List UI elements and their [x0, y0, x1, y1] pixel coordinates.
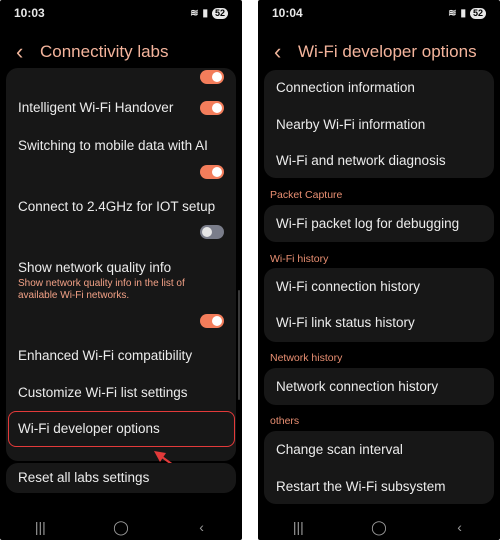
info-card: Connection information Nearby Wi-Fi info… — [264, 70, 494, 178]
setting-connect-24ghz-iot[interactable]: Connect to 2.4GHz for IOT setup — [18, 199, 226, 214]
signal-icon: ▮ — [460, 7, 466, 19]
item-network-connection-history[interactable]: Network connection history — [276, 379, 484, 394]
status-icons: ≋ ▮ 52 — [190, 7, 228, 19]
item-connection-information[interactable]: Connection information — [276, 80, 484, 95]
back-arrow-icon[interactable]: ‹ — [16, 41, 38, 63]
page-header: ‹ Connectivity labs — [0, 36, 242, 68]
toggle-knob — [212, 72, 222, 82]
navigation-bar: ||| ◯ ‹ — [258, 514, 500, 540]
toggle-knob — [212, 167, 222, 177]
toggle-knob — [212, 103, 222, 113]
status-bar: 10:03 ≋ ▮ 52 — [0, 0, 242, 26]
right-phone-screen: 10:04 ≋ ▮ 52 ‹ Wi-Fi developer options C… — [258, 0, 500, 540]
packet-capture-card: Wi-Fi packet log for debugging — [264, 205, 494, 242]
setting-reset-all-labs[interactable]: Reset all labs settings — [18, 470, 226, 485]
item-wifi-network-diagnosis[interactable]: Wi-Fi and network diagnosis — [276, 153, 484, 168]
wifi-icon: ≋ — [190, 7, 199, 19]
status-icons: ≋ ▮ 52 — [448, 7, 486, 19]
network-history-card: Network connection history — [264, 368, 494, 405]
page-title: Wi-Fi developer options — [298, 42, 477, 61]
setting-intelligent-wifi-handover[interactable]: Intelligent Wi-Fi Handover — [18, 100, 226, 115]
section-others: others — [270, 415, 300, 427]
signal-icon: ▮ — [202, 7, 208, 19]
toggle-knob — [202, 227, 212, 237]
item-restart-wifi-subsystem[interactable]: Restart the Wi-Fi subsystem — [276, 479, 484, 494]
setting-show-network-quality[interactable]: Show network quality info — [18, 260, 226, 275]
page-title: Connectivity labs — [40, 42, 169, 61]
section-wifi-history: Wi-Fi history — [270, 253, 329, 265]
battery-icon: 52 — [211, 7, 228, 19]
home-icon[interactable]: ◯ — [359, 519, 399, 536]
home-icon[interactable]: ◯ — [101, 519, 141, 536]
partial-toggle[interactable] — [200, 70, 224, 84]
scrollbar[interactable] — [238, 290, 240, 400]
status-bar: 10:04 ≋ ▮ 52 — [258, 0, 500, 26]
toggle-connect-24ghz-iot[interactable] — [200, 225, 224, 239]
status-time: 10:04 — [272, 6, 303, 20]
page-header: ‹ Wi-Fi developer options — [258, 36, 500, 68]
back-nav-icon[interactable]: ‹ — [182, 519, 222, 535]
highlight-box — [8, 411, 235, 447]
toggle-show-network-quality[interactable] — [200, 314, 224, 328]
toggle-knob — [212, 316, 222, 326]
back-arrow-icon[interactable]: ‹ — [274, 41, 296, 63]
item-wifi-link-status-history[interactable]: Wi-Fi link status history — [276, 315, 484, 330]
setting-customize-wifi-list[interactable]: Customize Wi-Fi list settings — [18, 385, 226, 400]
item-nearby-wifi-information[interactable]: Nearby Wi-Fi information — [276, 117, 484, 132]
left-phone-screen: 10:03 ≋ ▮ 52 ‹ Connectivity labs Intelli… — [0, 0, 242, 540]
setting-switching-mobile-data-ai[interactable]: Switching to mobile data with AI — [18, 138, 226, 153]
back-nav-icon[interactable]: ‹ — [440, 519, 480, 535]
item-wifi-connection-history[interactable]: Wi-Fi connection history — [276, 279, 484, 294]
toggle-intelligent-wifi-handover[interactable] — [200, 101, 224, 115]
section-network-history: Network history — [270, 352, 343, 364]
reset-card: Reset all labs settings — [6, 463, 236, 493]
setting-show-network-quality-description: Show network quality info in the list of… — [18, 278, 185, 301]
battery-icon: 52 — [469, 7, 486, 19]
status-time: 10:03 — [14, 6, 45, 20]
setting-enhanced-wifi-compatibility[interactable]: Enhanced Wi-Fi compatibility — [18, 348, 226, 363]
others-card: Change scan interval Restart the Wi-Fi s… — [264, 431, 494, 504]
toggle-switching-mobile-data-ai[interactable] — [200, 165, 224, 179]
recents-icon[interactable]: ||| — [278, 519, 318, 535]
settings-card: Intelligent Wi-Fi Handover Switching to … — [6, 68, 236, 461]
wifi-icon: ≋ — [448, 7, 457, 19]
item-wifi-packet-log[interactable]: Wi-Fi packet log for debugging — [276, 216, 484, 231]
wifi-history-card: Wi-Fi connection history Wi-Fi link stat… — [264, 268, 494, 342]
navigation-bar: ||| ◯ ‹ — [0, 514, 242, 540]
item-change-scan-interval[interactable]: Change scan interval — [276, 442, 484, 457]
recents-icon[interactable]: ||| — [20, 519, 60, 535]
section-packet-capture: Packet Capture — [270, 189, 343, 201]
